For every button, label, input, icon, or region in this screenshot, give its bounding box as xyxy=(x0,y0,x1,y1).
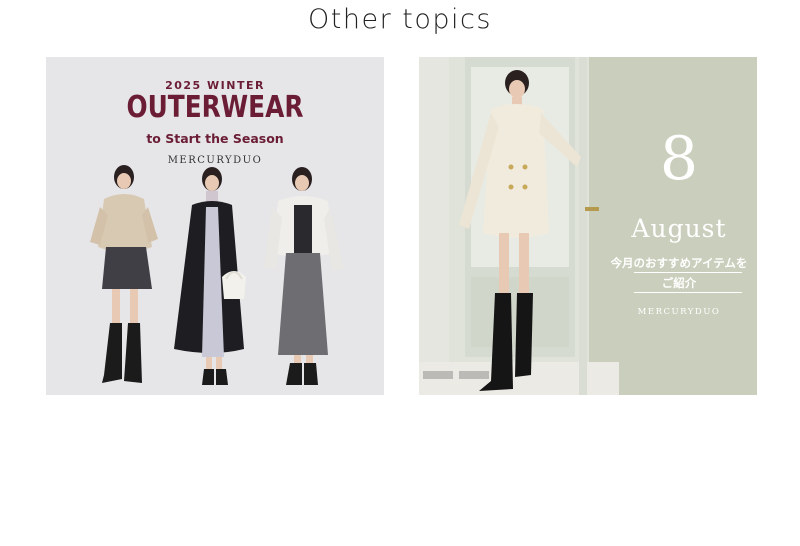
august-day-number: 8 xyxy=(659,124,699,194)
outerwear-headline: OUTERWEAR xyxy=(126,90,304,125)
august-month-label: August xyxy=(631,214,727,243)
august-caption-line1: 今月のおすすめアイテムを xyxy=(610,256,748,270)
august-caption-line2: ご紹介 xyxy=(661,276,697,290)
caption-underline xyxy=(634,292,742,293)
august-brand: MERCURYDUO xyxy=(637,307,721,317)
page: Other topics 2025 WINTER OUTERWEAR to St… xyxy=(0,0,800,546)
outerwear-brand: MERCURYDUO xyxy=(167,155,263,166)
caption-underline xyxy=(634,272,742,273)
topic-card-august[interactable]: 8 August 今月のおすすめアイテムを ご紹介 MERCURYDUO xyxy=(419,57,757,395)
outerwear-subline: to Start the Season xyxy=(146,131,284,146)
section-title: Other topics xyxy=(308,4,492,35)
topic-card-outerwear[interactable]: 2025 WINTER OUTERWEAR to Start the Seaso… xyxy=(46,57,384,395)
